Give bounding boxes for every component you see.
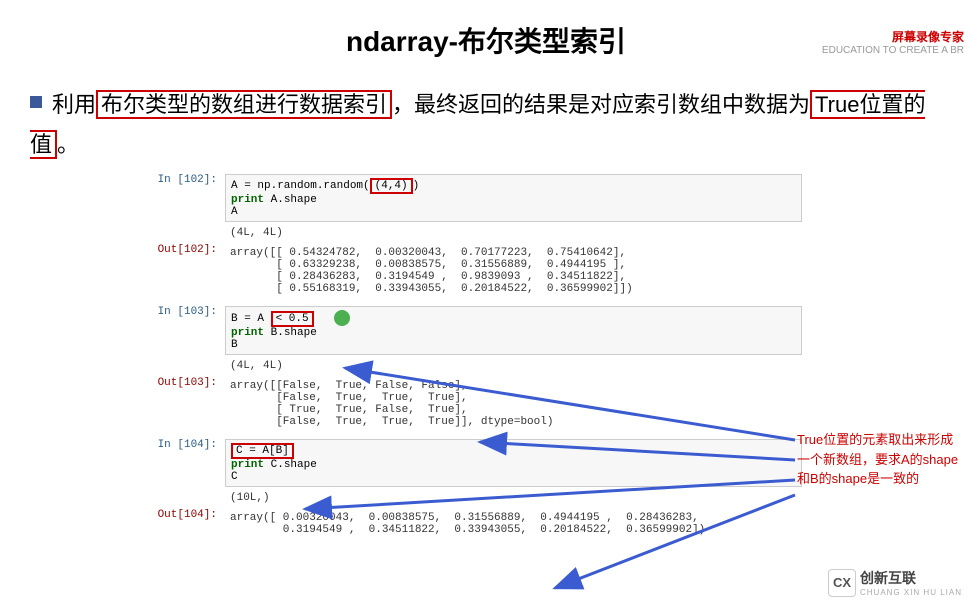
out-prompt-104: Out[104]: <box>150 509 225 539</box>
cell-in-103: In [103]: B = A < 0.5 print B.shape B <box>150 306 802 355</box>
bullet-icon <box>30 96 42 108</box>
logo-bottom: CX 创新互联 CHUANG XIN HU LIAN <box>828 568 962 597</box>
cell-out-104: Out[104]: array([ 0.00320043, 0.00838575… <box>150 509 802 539</box>
desc-p3: 。 <box>57 132 79 157</box>
cell-in-102: In [102]: A = np.random.random((4,4)) pr… <box>150 174 802 222</box>
code-104-index: C = A[B] <box>231 443 294 459</box>
out-text-102: array([[ 0.54324782, 0.00320043, 0.70177… <box>225 244 802 298</box>
out-text-104: array([ 0.00320043, 0.00838575, 0.315568… <box>225 509 802 539</box>
watermark-top: 屏幕录像专家 EDUCATION TO CREATE A BR <box>822 28 964 56</box>
result-text-104: (10L,) <box>225 489 802 507</box>
out-text-103: array([[False, True, False, False], [Fal… <box>225 377 802 431</box>
logo-text: 创新互联 <box>860 570 916 586</box>
code-103-3: B <box>231 339 796 351</box>
code-103-2b: B.shape <box>264 327 317 339</box>
code-102-2b: A.shape <box>264 194 317 206</box>
code-103: B = A < 0.5 print B.shape B <box>225 306 802 355</box>
code-102-arg: (4,4) <box>370 178 413 194</box>
notebook-area: In [102]: A = np.random.random((4,4)) pr… <box>150 174 802 539</box>
code-102-1a: A = np.random.random( <box>231 180 370 192</box>
code-103-print: print <box>231 327 264 339</box>
annotation-text: True位置的元素取出来形成一个新数组，要求A的shape和B的shape是一致… <box>797 430 962 489</box>
result-102: (4L, 4L) <box>150 224 802 242</box>
out-prompt-103: Out[103]: <box>150 377 225 431</box>
result-text-103: (4L, 4L) <box>225 357 802 375</box>
green-dot-icon <box>334 310 350 326</box>
in-prompt-102: In [102]: <box>150 174 225 222</box>
cell-out-103: Out[103]: array([[False, True, False, Fa… <box>150 377 802 431</box>
code-104-print: print <box>231 459 264 471</box>
result-104: (10L,) <box>150 489 802 507</box>
code-103-1a: B = A <box>231 313 271 325</box>
result-text-102: (4L, 4L) <box>225 224 802 242</box>
watermark-line2: EDUCATION TO CREATE A BR <box>822 45 964 56</box>
watermark-line1: 屏幕录像专家 <box>822 28 964 45</box>
in-prompt-103: In [103]: <box>150 306 225 355</box>
cell-in-104: In [104]: C = A[B] print C.shape C <box>150 439 802 487</box>
cell-out-102: Out[102]: array([[ 0.54324782, 0.0032004… <box>150 244 802 298</box>
desc-p2: ，最终返回的结果是对应索引数组中数据为 <box>392 92 810 117</box>
result-103: (4L, 4L) <box>150 357 802 375</box>
description: 利用布尔类型的数组进行数据索引，最终返回的结果是对应索引数组中数据为True位置… <box>30 85 942 164</box>
desc-highlight1: 布尔类型的数组进行数据索引 <box>96 90 392 119</box>
code-104-2b: C.shape <box>264 459 317 471</box>
code-102-print: print <box>231 194 264 206</box>
code-104-3: C <box>231 471 796 483</box>
code-104: C = A[B] print C.shape C <box>225 439 802 487</box>
logo-sub: CHUANG XIN HU LIAN <box>860 588 962 597</box>
code-103-cond: < 0.5 <box>271 311 314 327</box>
desc-p1: 利用 <box>52 92 96 117</box>
code-102-3: A <box>231 206 796 218</box>
in-prompt-104: In [104]: <box>150 439 225 487</box>
out-prompt-102: Out[102]: <box>150 244 225 298</box>
logo-icon: CX <box>828 569 856 597</box>
code-102-1c: ) <box>413 180 420 192</box>
code-102: A = np.random.random((4,4)) print A.shap… <box>225 174 802 222</box>
